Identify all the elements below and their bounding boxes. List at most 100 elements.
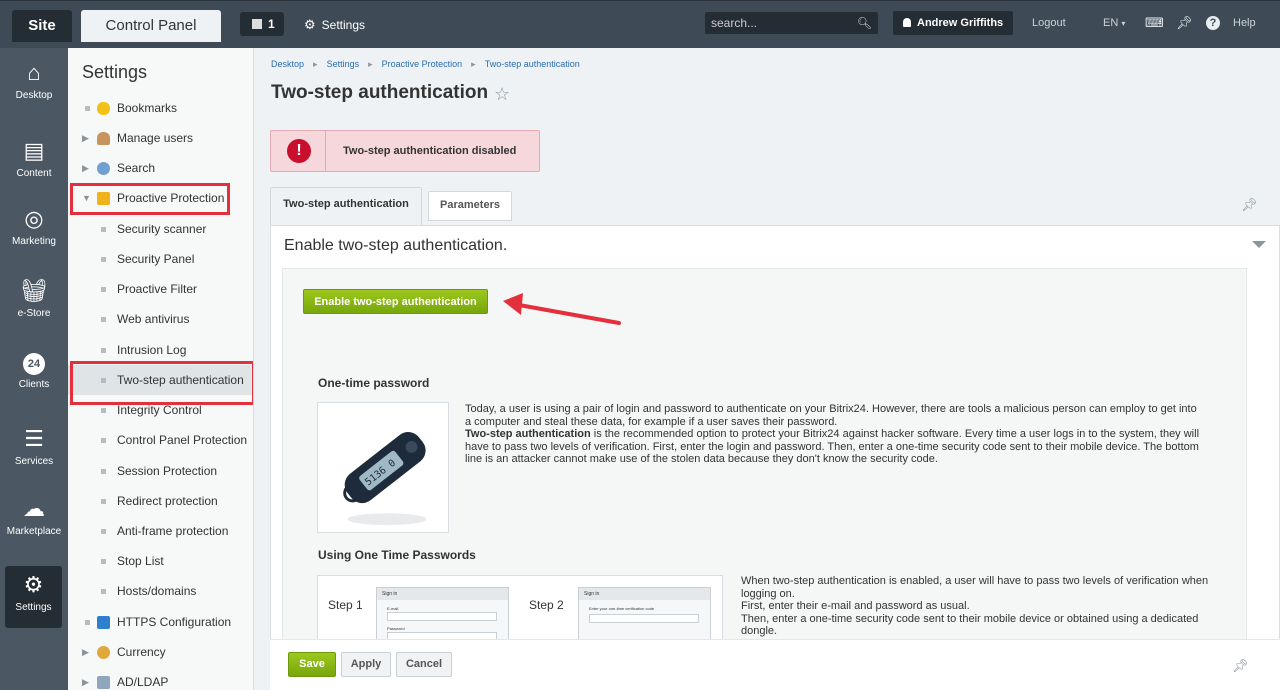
save-button[interactable]: Save xyxy=(288,652,336,677)
tab-parameters[interactable]: Parameters xyxy=(428,191,512,221)
breadcrumb: Desktop ▸ Settings ▸ Proactive Protection ▸ Tw… xyxy=(271,59,580,70)
rail-item-content[interactable]: ▤ Content xyxy=(0,138,68,179)
document-icon: ▤ xyxy=(23,138,45,163)
keyboard-icon[interactable]: ⌨ xyxy=(1145,15,1164,31)
breadcrumb-item-proactive-protection[interactable]: Proactive Protection xyxy=(382,59,463,69)
control-panel-tab[interactable]: Control Panel xyxy=(81,10,221,42)
sidebar-item-label: AD/LDAP xyxy=(117,675,169,689)
otp-para-bold: Two-step authentication xyxy=(465,428,591,441)
enable-two-step-button[interactable]: Enable two-step authentication xyxy=(303,289,488,314)
breadcrumb-item-settings[interactable]: Settings xyxy=(327,59,360,69)
site-button[interactable]: Site xyxy=(12,10,72,42)
rail-item-settings[interactable]: ⚙ Settings xyxy=(5,566,62,628)
sidebar-item-label: Currency xyxy=(117,645,166,659)
help-icon[interactable]: ? xyxy=(1206,16,1220,30)
sidebar-item-bookmarks[interactable]: Bookmarks xyxy=(68,93,253,123)
chevron-right-icon[interactable]: ▶ xyxy=(82,123,89,153)
chevron-right-icon[interactable]: ▶ xyxy=(82,667,89,690)
sidebar-item-anti-frame-protection[interactable]: Anti-frame protection xyxy=(68,516,253,546)
card-title: Sign in xyxy=(377,588,508,600)
rail-label: Marketing xyxy=(12,236,56,247)
bullet-icon xyxy=(101,469,106,474)
sidebar-item-label: Control Panel Protection xyxy=(117,433,248,447)
sidebar-item-currency[interactable]: ▶ Currency xyxy=(68,637,253,667)
search-icon[interactable]: 🔍︎ xyxy=(857,12,872,34)
star-icon[interactable]: ☆ xyxy=(494,84,510,105)
sidebar-item-label: HTTPS Configuration xyxy=(117,615,232,629)
using-para-2: First, enter their e-mail and password a… xyxy=(741,600,970,613)
language-label: EN xyxy=(1103,17,1119,29)
rail-label: Marketplace xyxy=(6,526,62,537)
rail-label: Services xyxy=(14,456,54,467)
sidebar-item-session-protection[interactable]: Session Protection xyxy=(68,456,253,486)
sidebar-item-stop-list[interactable]: Stop List xyxy=(68,546,253,576)
rail-label: Content xyxy=(16,168,52,179)
logout-link[interactable]: Logout xyxy=(1032,17,1066,29)
search-input[interactable]: search... 🔍︎ xyxy=(705,12,878,34)
sidebar-item-ad-ldap[interactable]: ▶ AD/LDAP xyxy=(68,667,253,690)
bullet-icon xyxy=(101,317,106,322)
rail-label: Clients xyxy=(18,379,50,390)
highlight-box-two-step-authentication xyxy=(70,361,253,405)
sidebar-item-label: Hosts/domains xyxy=(117,584,197,598)
chevron-right-icon[interactable]: ▶ xyxy=(82,637,89,667)
annotation-arrow-icon xyxy=(503,293,621,325)
notifications-button[interactable]: 1 xyxy=(240,12,284,36)
gear-icon: ⚙ xyxy=(304,17,316,32)
sidebar-item-security-panel[interactable]: Security Panel xyxy=(68,244,253,274)
help-link[interactable]: Help xyxy=(1233,17,1256,29)
pin-icon[interactable]: 📌︎ xyxy=(1241,197,1258,213)
step-2-signin-card: Sign in Enter your one-time verification… xyxy=(578,587,711,639)
collapse-arrow-icon[interactable] xyxy=(1252,241,1266,248)
rail-item-services[interactable]: ☰ Services xyxy=(0,426,68,467)
sidebar-item-redirect-protection[interactable]: Redirect protection xyxy=(68,486,253,516)
bullet-icon xyxy=(101,529,106,534)
tab-two-step-authentication[interactable]: Two-step authentication xyxy=(270,187,422,225)
rail-item-marketing[interactable]: ◎ Marketing xyxy=(0,206,68,247)
bullet-icon xyxy=(85,620,90,625)
card-title: Sign in xyxy=(579,588,710,600)
user-icon xyxy=(903,18,911,27)
sidebar-item-label: Security Panel xyxy=(117,252,195,266)
security-token-icon: 5136 0 xyxy=(343,432,427,526)
chevron-right-icon[interactable]: ▶ xyxy=(82,153,89,183)
sidebar-item-manage-users[interactable]: ▶ Manage users xyxy=(68,123,253,153)
notifications-count: 1 xyxy=(268,17,275,31)
rail-label: Settings xyxy=(15,602,52,613)
language-selector[interactable]: EN ▾ xyxy=(1103,17,1125,29)
sidebar-item-label: Redirect protection xyxy=(117,494,218,508)
pin-icon[interactable]: 📌︎ xyxy=(1176,15,1193,31)
search-placeholder: search... xyxy=(711,16,758,30)
pin-icon[interactable]: 📌︎ xyxy=(1232,658,1249,674)
breadcrumb-item-desktop[interactable]: Desktop xyxy=(271,59,304,69)
settings-link[interactable]: ⚙ Settings xyxy=(304,17,365,33)
gear-icon: ⚙ xyxy=(23,572,44,597)
using-para-3: Then, enter a one-time security code sen… xyxy=(741,612,1199,638)
sidebar-item-security-scanner[interactable]: Security scanner xyxy=(68,214,253,244)
rail-item-clients[interactable]: 24 Clients xyxy=(0,353,68,390)
sidebar-item-https-configuration[interactable]: HTTPS Configuration xyxy=(68,607,253,637)
main-content: Desktop ▸ Settings ▸ Proactive Protection ▸ Tw… xyxy=(255,48,1280,690)
alert-divider xyxy=(325,131,326,171)
apply-button[interactable]: Apply xyxy=(341,652,391,677)
sidebar-item-web-antivirus[interactable]: Web antivirus xyxy=(68,304,253,334)
sidebar-title: Settings xyxy=(82,62,148,82)
user-menu-button[interactable]: Andrew Griffiths xyxy=(893,11,1013,35)
bullet-icon xyxy=(101,589,106,594)
shield-icon xyxy=(97,616,110,629)
breadcrumb-item-two-step-authentication[interactable]: Two-step authentication xyxy=(485,59,580,69)
sidebar-item-hosts-domains[interactable]: Hosts/domains xyxy=(68,576,253,606)
step-2-label: Step 2 xyxy=(529,598,564,612)
sidebar-item-search[interactable]: ▶ Search xyxy=(68,153,253,183)
rail-item-marketplace[interactable]: ☁ Marketplace xyxy=(0,496,68,537)
layers-icon: ☰ xyxy=(24,426,44,451)
rail-item-e-store[interactable]: 🧺︎ e-Store xyxy=(0,278,68,319)
rail-item-desktop[interactable]: ⌂ Desktop xyxy=(0,60,68,101)
breadcrumb-separator: ▸ xyxy=(313,59,318,69)
breadcrumb-separator: ▸ xyxy=(368,59,373,69)
alert-text: Two-step authentication disabled xyxy=(343,145,517,157)
sidebar-item-label: Web antivirus xyxy=(117,312,190,326)
cancel-button[interactable]: Cancel xyxy=(396,652,452,677)
sidebar-item-proactive-filter[interactable]: Proactive Filter xyxy=(68,274,253,304)
sidebar-item-control-panel-protection[interactable]: Control Panel Protection xyxy=(68,425,253,455)
